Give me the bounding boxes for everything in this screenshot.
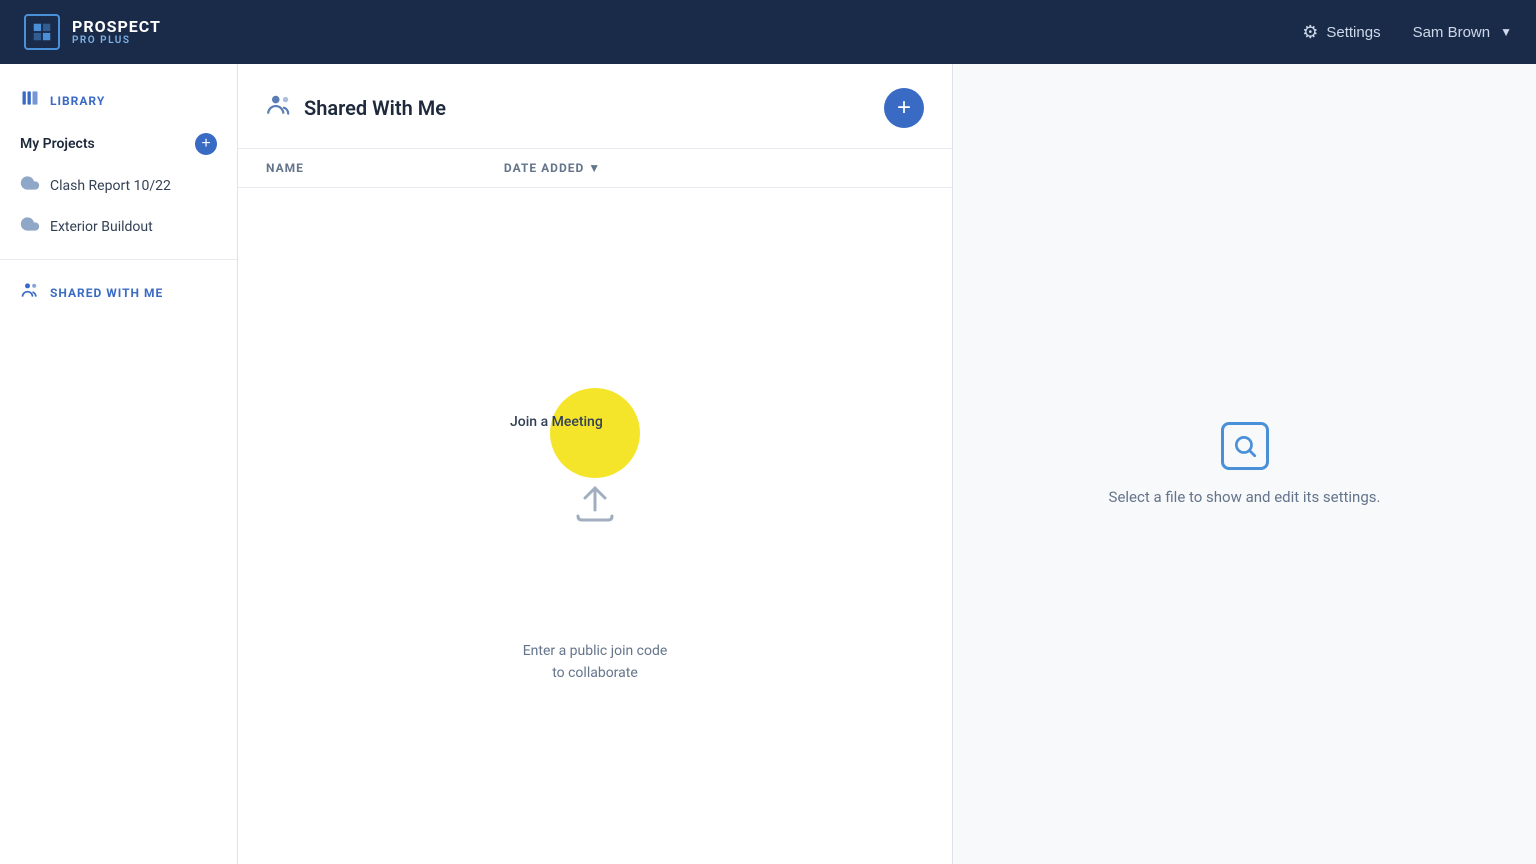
settings-label: Settings (1326, 24, 1380, 41)
col-date-added-header[interactable]: DATE ADDED ▼ (504, 161, 601, 175)
cloud-icon-clash (20, 173, 40, 198)
cloud-icon-exterior (20, 214, 40, 239)
add-project-button[interactable]: + (195, 133, 217, 155)
search-file-icon (1221, 422, 1269, 470)
gear-icon: ⚙ (1302, 22, 1318, 43)
file-panel: Shared With Me + NAME DATE ADDED ▼ Join … (238, 64, 953, 864)
panel-title: Shared With Me (304, 96, 446, 120)
project-name-exterior: Exterior Buildout (50, 219, 153, 235)
panel-title-row: Shared With Me (266, 92, 446, 124)
empty-state: Join a Meeting Enter a public join code … (238, 188, 952, 864)
top-navigation: PROSPECT PRO PLUS ⚙ Settings Sam Brown ▼ (0, 0, 1536, 64)
table-header: NAME DATE ADDED ▼ (238, 149, 952, 188)
yellow-circle-decoration (550, 388, 640, 478)
shared-with-me-label: SHARED WITH ME (50, 286, 163, 300)
brand-proplus: PRO PLUS (72, 35, 161, 46)
library-label: LIBRARY (50, 94, 105, 108)
right-panel-hint: Select a file to show and edit its setti… (1109, 488, 1381, 506)
shared-with-me-nav[interactable]: SHARED WITH ME (0, 272, 237, 313)
panel-people-icon (266, 92, 292, 124)
empty-line1: Enter a public join code (523, 640, 668, 662)
sidebar-divider (0, 259, 237, 260)
my-projects-row: My Projects + (0, 125, 237, 165)
user-menu-button[interactable]: Sam Brown ▼ (1413, 24, 1512, 41)
add-file-button[interactable]: + (884, 88, 924, 128)
main-layout: LIBRARY My Projects + Clash Report 10/22… (0, 64, 1536, 864)
topnav-right: ⚙ Settings Sam Brown ▼ (1302, 22, 1512, 43)
chevron-down-icon: ▼ (1500, 25, 1512, 39)
people-icon (20, 280, 40, 305)
project-item-exterior[interactable]: Exterior Buildout (0, 206, 237, 247)
empty-text: Enter a public join code to collaborate (523, 640, 668, 685)
project-name-clash: Clash Report 10/22 (50, 178, 171, 194)
content-area: Shared With Me + NAME DATE ADDED ▼ Join … (238, 64, 1536, 864)
logo-icon (24, 14, 60, 50)
brand-text: PROSPECT PRO PLUS (72, 18, 161, 47)
sidebar: LIBRARY My Projects + Clash Report 10/22… (0, 64, 238, 864)
my-projects-label: My Projects (20, 136, 95, 152)
brand-area: PROSPECT PRO PLUS (24, 14, 161, 50)
user-name: Sam Brown (1413, 24, 1491, 41)
file-panel-header: Shared With Me + (238, 64, 952, 149)
col-name-header: NAME (266, 161, 304, 175)
empty-line2: to collaborate (523, 662, 668, 684)
brand-prospect: PROSPECT (72, 18, 161, 36)
upload-icon (570, 480, 620, 528)
settings-button[interactable]: ⚙ Settings (1302, 22, 1380, 43)
project-item-clash-report[interactable]: Clash Report 10/22 (0, 165, 237, 206)
sort-arrow-icon: ▼ (588, 161, 601, 175)
join-meeting-label: Join a Meeting (510, 414, 603, 430)
library-icon (20, 88, 40, 113)
library-section-header: LIBRARY (0, 84, 237, 125)
right-panel: Select a file to show and edit its setti… (953, 64, 1536, 864)
